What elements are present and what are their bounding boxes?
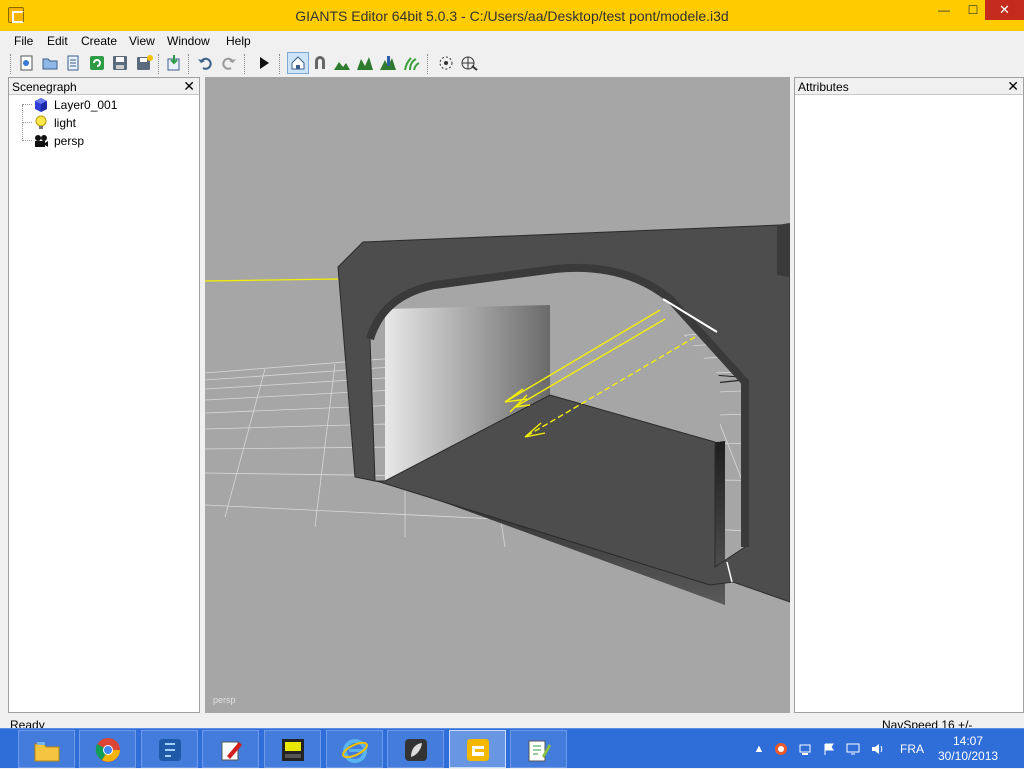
save-icon[interactable] [111, 54, 129, 72]
scene-render [205, 223, 790, 605]
particle-icon[interactable] [437, 54, 455, 72]
close-button[interactable]: ✕ [985, 0, 1024, 20]
window-title: GIANTS Editor 64bit 5.0.3 - C:/Users/aa/… [295, 8, 729, 24]
menu-bar: File Edit Create View Window Help [0, 31, 1024, 51]
bridge-side-block [777, 223, 790, 277]
tray-network-icon[interactable] [798, 742, 812, 756]
menu-file[interactable]: File [14, 34, 33, 48]
lightbulb-icon [35, 115, 47, 129]
3d-viewport[interactable]: persp [205, 77, 790, 713]
grass-icon[interactable] [402, 54, 420, 72]
main-toolbar [0, 51, 1024, 76]
scenegraph-title: Scenegraph [12, 80, 77, 94]
foliage-icon[interactable] [379, 54, 397, 72]
new-file-icon[interactable] [18, 54, 36, 72]
tray-expand-icon[interactable]: ▲ [752, 742, 766, 756]
tree-item-label: light [54, 116, 77, 130]
tree-item-label: persp [54, 134, 85, 148]
toolbar-separator [244, 54, 246, 74]
camera-icon [35, 135, 48, 147]
terrain-paint-icon[interactable] [333, 54, 351, 72]
import-icon[interactable] [165, 54, 183, 72]
menu-view[interactable]: View [129, 34, 155, 48]
volume-icon[interactable] [870, 742, 884, 756]
undo-icon[interactable] [196, 54, 214, 72]
toolbar-grip [10, 54, 12, 74]
list-icon[interactable] [64, 54, 82, 72]
tree-connector [22, 104, 32, 105]
save-as-icon[interactable] [135, 54, 153, 72]
open-icon[interactable] [41, 54, 59, 72]
clock-date: 30/10/2013 [938, 749, 999, 763]
tree-item-label: Layer0_001 [54, 98, 118, 112]
refresh-icon[interactable] [88, 54, 106, 72]
tray-app-icon[interactable] [774, 742, 788, 756]
action-center-flag-icon[interactable] [822, 742, 836, 756]
tree-connector [22, 105, 23, 141]
home-icon[interactable] [287, 52, 309, 74]
toolbar-separator [158, 54, 160, 74]
terrain-sculpt-icon[interactable] [356, 54, 374, 72]
scenegraph-header: Scenegraph ✕ [9, 78, 199, 95]
viewport-camera-label: persp [213, 695, 236, 705]
toolbar-separator [279, 54, 281, 74]
maximize-button[interactable]: ☐ [960, 0, 986, 20]
title-bar: GIANTS Editor 64bit 5.0.3 - C:/Users/aa/… [0, 0, 1024, 31]
scenegraph-close-button[interactable]: ✕ [183, 78, 195, 94]
status-bar: Ready NavSpeed 16 +/- [0, 714, 1024, 732]
system-tray: ▲ FRA 14:07 30/10/2013 [0, 729, 1024, 769]
attributes-close-button[interactable]: ✕ [1007, 78, 1019, 94]
windows-taskbar: ▲ FRA 14:07 30/10/2013 [0, 728, 1024, 768]
system-clock[interactable]: 14:07 30/10/2013 [938, 734, 998, 764]
attributes-title: Attributes [798, 80, 849, 94]
minimize-button[interactable]: — [931, 0, 957, 20]
scenegraph-panel: Scenegraph ✕ [8, 77, 200, 713]
menu-create[interactable]: Create [81, 34, 117, 48]
magnet-icon[interactable] [311, 54, 329, 72]
clock-time: 14:07 [952, 734, 984, 748]
mesh-icon[interactable] [460, 54, 478, 72]
input-language[interactable]: FRA [900, 742, 924, 756]
tree-connector [22, 122, 32, 123]
attributes-header: Attributes ✕ [795, 78, 1023, 95]
redo-icon[interactable] [220, 54, 238, 72]
cube-icon [35, 98, 47, 112]
play-icon[interactable] [255, 54, 273, 72]
tree-connector [22, 140, 32, 141]
menu-help[interactable]: Help [226, 34, 251, 48]
menu-edit[interactable]: Edit [47, 34, 68, 48]
monitor-icon[interactable] [846, 742, 860, 756]
toolbar-separator [188, 54, 190, 74]
light-gizmo-line [205, 278, 339, 282]
toolbar-separator [427, 54, 429, 74]
menu-window[interactable]: Window [167, 34, 210, 48]
attributes-panel: Attributes ✕ [794, 77, 1024, 713]
